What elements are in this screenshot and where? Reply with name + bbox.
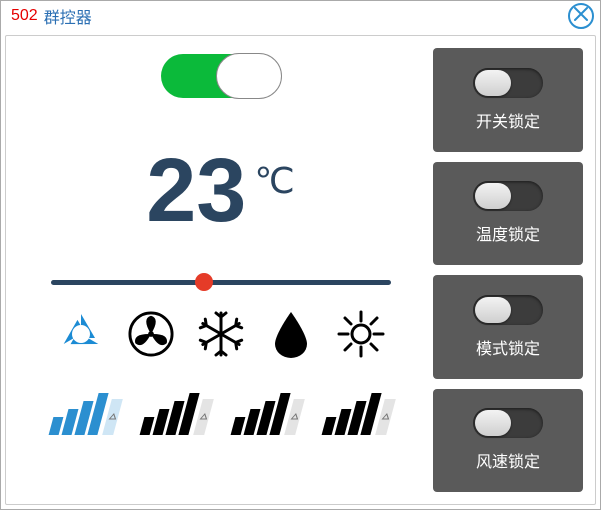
slider-thumb[interactable] [195, 273, 213, 291]
temperature-display: 23 ℃ [146, 146, 295, 236]
lock-switch[interactable] [473, 295, 543, 325]
toggle-knob [216, 53, 282, 99]
droplet-icon [271, 310, 311, 363]
titlebar: 502 群控器 [1, 1, 600, 31]
lock-fan[interactable]: 风速锁定 [433, 389, 583, 493]
device-id: 502 [11, 7, 38, 25]
temperature-unit: ℃ [254, 160, 294, 202]
fan-speed-4[interactable] [324, 391, 391, 435]
lock-power[interactable]: 开关锁定 [433, 48, 583, 152]
recycle-icon [57, 310, 105, 363]
lock-temp[interactable]: 温度锁定 [433, 162, 583, 266]
lock-switch[interactable] [473, 408, 543, 438]
mode-row [56, 311, 386, 361]
slider-track [51, 280, 391, 285]
lock-label: 模式锁定 [476, 335, 540, 359]
lock-label: 风速锁定 [476, 448, 540, 472]
sun-icon [337, 310, 385, 363]
close-icon [574, 7, 588, 26]
temperature-slider[interactable] [51, 280, 391, 285]
mode-fan[interactable] [126, 311, 176, 361]
fan-speed-row [51, 391, 391, 435]
lock-label: 开关锁定 [476, 108, 540, 132]
fan-speed-1[interactable] [51, 391, 118, 435]
close-button[interactable] [568, 3, 594, 29]
control-window: 502 群控器 23 ℃ [0, 0, 601, 510]
mode-auto[interactable] [56, 311, 106, 361]
lock-panel: 开关锁定 温度锁定 模式锁定 风速锁定 [433, 48, 583, 492]
lock-switch[interactable] [473, 181, 543, 211]
lock-label: 温度锁定 [476, 221, 540, 245]
mode-heat[interactable] [336, 311, 386, 361]
body: 23 ℃ [5, 35, 596, 505]
fan-speed-3[interactable] [233, 391, 300, 435]
main-panel: 23 ℃ [18, 48, 433, 492]
fan-icon [128, 311, 174, 362]
mode-dry[interactable] [266, 311, 316, 361]
device-name: 群控器 [44, 4, 92, 28]
lock-switch[interactable] [473, 68, 543, 98]
power-toggle[interactable] [161, 54, 281, 98]
mode-cool[interactable] [196, 311, 246, 361]
fan-speed-2[interactable] [142, 391, 209, 435]
snowflake-icon [197, 310, 245, 363]
temperature-value: 23 [146, 146, 246, 236]
lock-mode[interactable]: 模式锁定 [433, 275, 583, 379]
